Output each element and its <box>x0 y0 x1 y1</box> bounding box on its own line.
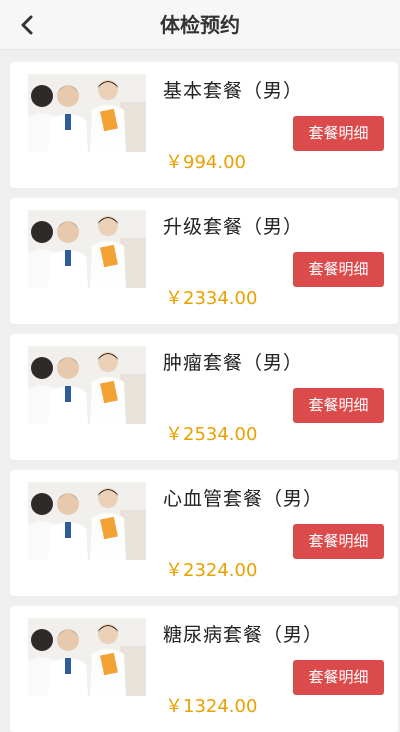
package-detail-button[interactable]: 套餐明细 <box>293 252 384 287</box>
package-price: ￥1324.00 <box>165 696 258 717</box>
package-detail-button[interactable]: 套餐明细 <box>293 388 384 423</box>
package-name: 糖尿病套餐（男） <box>163 624 324 646</box>
page-title: 体检预约 <box>160 13 240 37</box>
package-price: ￥2334.00 <box>165 288 258 309</box>
package-price: ￥2534.00 <box>165 424 258 445</box>
package-name: 肿瘤套餐（男） <box>163 352 304 374</box>
package-detail-button[interactable]: 套餐明细 <box>293 524 384 559</box>
package-price: ￥994.00 <box>165 152 246 173</box>
package-card[interactable]: 糖尿病套餐（男） 套餐明细 ￥1324.00 <box>10 606 398 732</box>
top-bar: 体检预约 <box>0 0 400 50</box>
package-card[interactable]: 心血管套餐（男） 套餐明细 ￥2324.00 <box>10 470 398 596</box>
package-price: ￥2324.00 <box>165 560 258 581</box>
package-name: 升级套餐（男） <box>163 216 304 238</box>
chevron-left-icon <box>21 15 33 35</box>
package-detail-button[interactable]: 套餐明细 <box>293 116 384 151</box>
package-image <box>28 482 146 560</box>
package-card[interactable]: 升级套餐（男） 套餐明细 ￥2334.00 <box>10 198 398 324</box>
package-image <box>28 210 146 288</box>
package-detail-button[interactable]: 套餐明细 <box>293 660 384 695</box>
package-card[interactable]: 基本套餐（男） 套餐明细 ￥994.00 <box>10 62 398 188</box>
package-name: 心血管套餐（男） <box>163 488 324 510</box>
package-image <box>28 618 146 696</box>
package-image <box>28 346 146 424</box>
back-button[interactable] <box>10 8 44 42</box>
package-image <box>28 74 146 152</box>
package-card[interactable]: 肿瘤套餐（男） 套餐明细 ￥2534.00 <box>10 334 398 460</box>
package-name: 基本套餐（男） <box>163 80 304 102</box>
